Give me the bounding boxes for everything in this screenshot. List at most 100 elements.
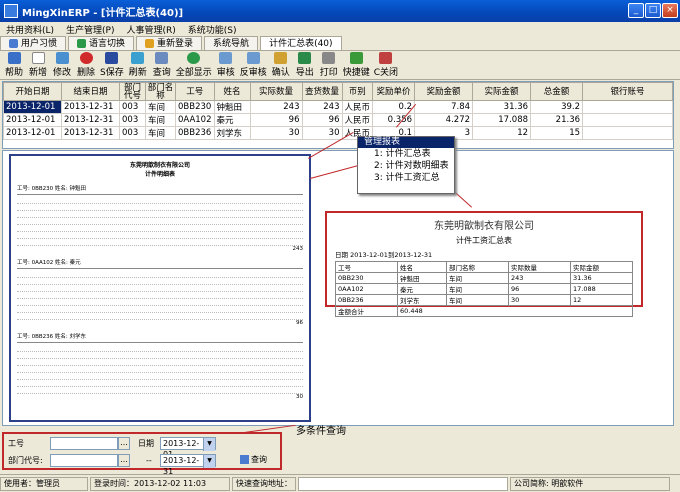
table-cell[interactable]: 96 xyxy=(249,113,303,127)
chevron-down-icon[interactable]: ▼ xyxy=(203,438,215,451)
menu-item-piecework-summary[interactable]: 1: 计件汇总表 xyxy=(358,148,454,160)
table-cell[interactable]: 243 xyxy=(301,100,343,114)
table-row[interactable]: 2013-12-01 2013-12-31 003 车间 0BB230 钟魁田 243 243… xyxy=(3,100,673,114)
table-cell[interactable]: 003 xyxy=(119,113,146,127)
help-button[interactable]: 帮助 xyxy=(4,52,24,78)
approve-button[interactable]: 审核 xyxy=(216,52,236,78)
date-from-picker[interactable]: 2013-12-01▼ xyxy=(160,437,216,459)
table-cell[interactable]: 车间 xyxy=(145,113,176,127)
maximize-button[interactable]: □ xyxy=(645,3,661,18)
column-header[interactable]: 币别 xyxy=(341,82,374,101)
date-to-picker[interactable]: 2013-12-31 ▼ xyxy=(160,454,216,476)
table-cell[interactable]: 96 xyxy=(301,113,343,127)
table-row[interactable]: 2013-12-01 2013-12-31 003 车间 0BB236 刘学东 30 30 人民… xyxy=(3,126,673,140)
column-header[interactable]: 查货数量 xyxy=(301,82,343,101)
table-cell[interactable]: 21.36 xyxy=(530,113,584,127)
summary-cell: 17.088 xyxy=(570,283,633,295)
column-header[interactable]: 工号 xyxy=(175,82,215,101)
tab-piecework-summary[interactable]: 计件汇总表(40) xyxy=(260,36,342,50)
tab-navigation[interactable]: 系统导航 xyxy=(204,36,259,50)
table-cell[interactable]: 车间 xyxy=(145,126,176,140)
summary-header: 部门名称 xyxy=(446,261,509,273)
menu-production[interactable]: 生产管理(P) xyxy=(66,23,114,36)
menu-item-piecework-detail[interactable]: 2: 计件对数明细表 xyxy=(358,160,454,172)
export-button[interactable]: 导出 xyxy=(295,52,315,78)
menu-system[interactable]: 系统功能(S) xyxy=(188,23,237,36)
tab-language[interactable]: 语言切换 xyxy=(68,36,135,50)
dept-input[interactable] xyxy=(50,454,118,467)
report-section-count: 243 xyxy=(292,246,304,252)
shortcut-button[interactable]: 快捷键 xyxy=(343,52,370,78)
table-cell[interactable]: 30 xyxy=(249,126,303,140)
column-header[interactable]: 部门名称 xyxy=(145,82,176,101)
table-cell[interactable]: 0.356 xyxy=(372,113,416,127)
tab-user-habit[interactable]: 用户习惯 xyxy=(0,36,67,50)
query-button[interactable]: 查询 xyxy=(152,52,172,78)
table-cell[interactable] xyxy=(582,126,673,140)
unapprove-button[interactable]: 反审核 xyxy=(240,52,267,78)
table-cell[interactable]: 钟魁田 xyxy=(213,100,251,114)
table-cell[interactable]: 17.088 xyxy=(472,113,532,127)
table-cell[interactable]: 2013-12-01 xyxy=(3,113,62,127)
table-cell[interactable]: 车间 xyxy=(145,100,176,114)
close-button[interactable]: × xyxy=(662,3,678,18)
minimize-button[interactable]: _ xyxy=(628,3,644,18)
dept-lookup-button[interactable]: ... xyxy=(118,454,130,467)
column-header[interactable]: 实际金额 xyxy=(472,82,532,101)
emp-input[interactable] xyxy=(50,437,118,450)
table-cell[interactable]: 0BB236 xyxy=(175,126,215,140)
table-cell[interactable]: 003 xyxy=(119,100,146,114)
table-cell[interactable]: 0AA102 xyxy=(175,113,215,127)
table-cell[interactable]: 2013-12-31 xyxy=(61,113,120,127)
table-cell[interactable]: 31.36 xyxy=(472,100,532,114)
column-header[interactable]: 总金额 xyxy=(530,82,584,101)
toolbar: 帮助 新增 修改 删除 S保存 刷新 查询 全部显示 审核 反审核 确认 导出 … xyxy=(0,52,680,80)
table-cell[interactable] xyxy=(582,100,673,114)
refresh-button[interactable]: 刷新 xyxy=(128,52,148,78)
table-cell[interactable]: 秦元 xyxy=(213,113,251,127)
table-cell[interactable] xyxy=(582,113,673,127)
table-row[interactable]: 2013-12-01 2013-12-31 003 车间 0AA102 秦元 96 96 人民币… xyxy=(3,113,673,127)
quick-address-input[interactable] xyxy=(298,476,508,491)
menu-shared[interactable]: 共用资料(L) xyxy=(6,23,54,36)
exit-button[interactable]: C关闭 xyxy=(374,52,398,78)
column-header[interactable]: 实际数量 xyxy=(249,82,303,101)
save-button[interactable]: S保存 xyxy=(100,52,124,78)
column-header[interactable]: 部门代号 xyxy=(119,82,146,101)
column-header[interactable]: 奖励单价 xyxy=(372,82,416,101)
table-cell[interactable]: 人民币 xyxy=(341,100,374,114)
emp-lookup-button[interactable]: ... xyxy=(118,437,130,450)
column-header[interactable]: 姓名 xyxy=(213,82,251,101)
confirm-button[interactable]: 确认 xyxy=(271,52,291,78)
edit-button[interactable]: 修改 xyxy=(52,52,72,78)
chevron-down-icon[interactable]: ▼ xyxy=(203,455,215,468)
table-cell[interactable]: 7.84 xyxy=(414,100,474,114)
table-cell[interactable]: 003 xyxy=(119,126,146,140)
table-cell[interactable]: 2013-12-31 xyxy=(61,126,120,140)
table-cell[interactable]: 30 xyxy=(301,126,343,140)
column-header[interactable]: 结束日期 xyxy=(61,82,120,101)
table-cell[interactable]: 2013-12-31 xyxy=(61,100,120,114)
column-header[interactable]: 奖励金额 xyxy=(414,82,474,101)
column-header[interactable]: 开始日期 xyxy=(3,82,62,101)
menu-hr[interactable]: 人事管理(R) xyxy=(127,23,176,36)
table-cell[interactable]: 2013-12-01 xyxy=(3,126,62,140)
menu-item-salary-summary[interactable]: 3: 计件工资汇总 xyxy=(358,172,454,184)
search-button[interactable]: 查询 xyxy=(240,454,267,465)
table-cell[interactable]: 2013-12-01 xyxy=(3,100,62,114)
show-all-button[interactable]: 全部显示 xyxy=(176,52,212,78)
table-cell[interactable]: 人民币 xyxy=(341,113,374,127)
delete-button[interactable]: 删除 xyxy=(76,52,96,78)
column-header[interactable]: 银行账号 xyxy=(582,82,673,101)
new-button[interactable]: 新增 xyxy=(28,52,48,78)
table-cell[interactable]: 15 xyxy=(530,126,584,140)
table-cell[interactable]: 刘学东 xyxy=(213,126,251,140)
table-cell[interactable]: 12 xyxy=(472,126,532,140)
summary-cell: 车间 xyxy=(446,294,509,306)
table-cell[interactable]: 0BB230 xyxy=(175,100,215,114)
table-cell[interactable]: 39.2 xyxy=(530,100,584,114)
tab-relogin[interactable]: 重新登录 xyxy=(136,36,203,50)
table-cell[interactable]: 243 xyxy=(249,100,303,114)
print-button[interactable]: 打印 xyxy=(319,52,339,78)
table-cell[interactable]: 4.272 xyxy=(414,113,474,127)
